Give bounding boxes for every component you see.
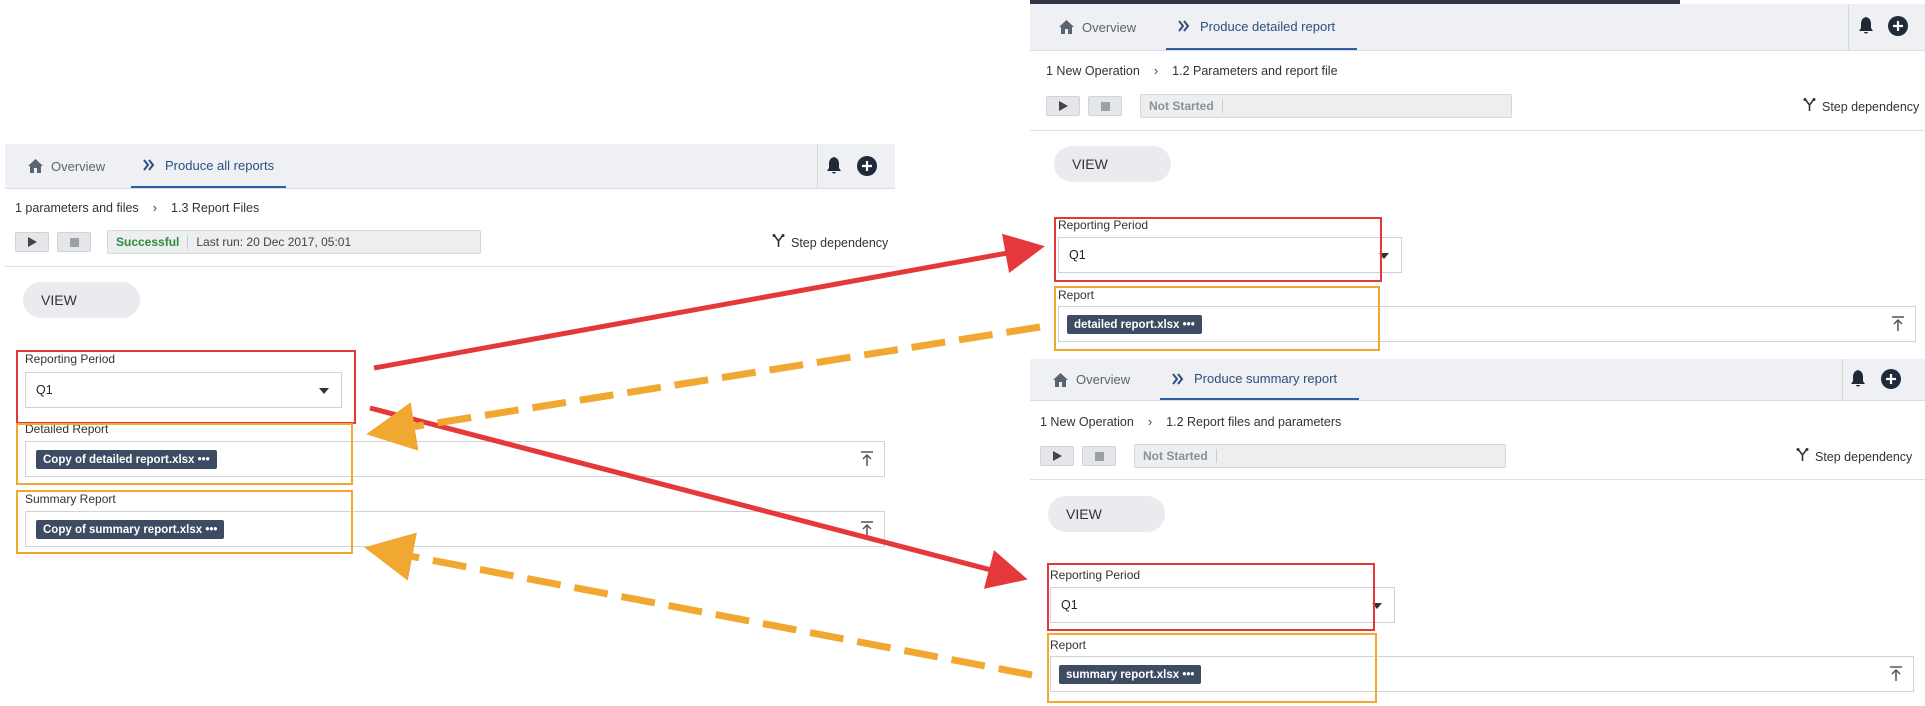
breadcrumb-item[interactable]: 1 New Operation: [1040, 415, 1134, 429]
stop-button[interactable]: [1082, 446, 1116, 466]
tab-label: Overview: [51, 158, 106, 174]
status-bar: Not Started: [1140, 94, 1512, 118]
highlight-left-detailed-report: [16, 423, 353, 485]
status-bar: Not Started: [1134, 444, 1506, 468]
double-chevron-right-icon: [141, 157, 157, 173]
stop-button[interactable]: [1088, 96, 1122, 116]
tab-bar: Overview Produce all reports: [5, 144, 895, 189]
divider: [1030, 479, 1925, 480]
status-bar: Successful Last run: 20 Dec 2017, 05:01: [107, 230, 481, 254]
play-button[interactable]: [15, 232, 49, 252]
highlight-top-reporting-period: [1054, 217, 1382, 282]
tab-produce-summary-report[interactable]: Produce summary report: [1160, 359, 1360, 400]
home-icon: [1058, 19, 1074, 35]
fork-icon: [772, 234, 785, 251]
arrow-summary-report-back: [364, 532, 1033, 679]
step-dependency-label: Step dependency: [1822, 99, 1920, 114]
tab-overview[interactable]: Overview: [1058, 4, 1136, 50]
upload-icon[interactable]: [1891, 316, 1905, 332]
tab-produce-all-reports[interactable]: Produce all reports: [131, 144, 287, 188]
last-run-text: Last run: 20 Dec 2017, 05:01: [196, 235, 352, 249]
notification-bell-icon[interactable]: [1856, 16, 1876, 36]
breadcrumb-item[interactable]: 1.3 Report Files: [171, 201, 259, 215]
tab-produce-detailed-report[interactable]: Produce detailed report: [1166, 4, 1358, 50]
step-dependency-link[interactable]: Step dependency: [1803, 98, 1919, 115]
add-circle-icon[interactable]: [857, 156, 877, 176]
breadcrumb-item[interactable]: 1 New Operation: [1046, 64, 1140, 78]
stop-button[interactable]: [57, 232, 91, 252]
chevron-right-icon: ›: [1147, 414, 1153, 429]
tab-label: Produce all reports: [165, 157, 275, 173]
tab-label: Overview: [1076, 372, 1131, 387]
divider: [1030, 130, 1925, 131]
breadcrumb-item[interactable]: 1 parameters and files: [15, 201, 139, 215]
breadcrumb: 1 New Operation › 1.2 Parameters and rep…: [1046, 63, 1338, 78]
upload-icon[interactable]: [1889, 666, 1903, 682]
tab-label: Produce detailed report: [1200, 18, 1336, 34]
highlight-bottom-report: [1047, 633, 1377, 703]
tab-bar: Overview Produce summary report: [1030, 359, 1925, 401]
view-button-label: VIEW: [1066, 506, 1102, 522]
tab-divider: [1848, 4, 1849, 50]
breadcrumb-item[interactable]: 1.2 Parameters and report file: [1172, 64, 1337, 78]
tab-overview[interactable]: Overview: [27, 144, 105, 188]
chevron-right-icon: ›: [1153, 63, 1159, 78]
view-button[interactable]: VIEW: [1054, 146, 1171, 182]
fork-icon: [1803, 98, 1816, 115]
step-dependency-link[interactable]: Step dependency: [1796, 448, 1912, 465]
divider: [5, 266, 895, 267]
highlight-bottom-reporting-period: [1047, 563, 1375, 631]
play-button[interactable]: [1040, 446, 1074, 466]
double-chevron-right-icon: [1170, 371, 1186, 387]
view-button-label: VIEW: [41, 292, 77, 308]
upload-icon[interactable]: [860, 451, 874, 467]
tab-label: Overview: [1082, 19, 1137, 35]
notification-bell-icon[interactable]: [1848, 369, 1868, 389]
tab-bar: Overview Produce detailed report: [1030, 4, 1925, 51]
status-badge: Not Started: [1141, 99, 1223, 113]
view-button[interactable]: VIEW: [23, 282, 140, 318]
view-button[interactable]: VIEW: [1048, 496, 1165, 532]
highlight-left-summary-report: [16, 490, 353, 554]
status-badge: Not Started: [1135, 449, 1217, 463]
add-circle-icon[interactable]: [1881, 369, 1901, 389]
upload-icon[interactable]: [860, 521, 874, 537]
add-circle-icon[interactable]: [1888, 16, 1908, 36]
tab-divider: [817, 144, 818, 188]
step-dependency-link[interactable]: Step dependency: [772, 234, 888, 251]
step-dependency-label: Step dependency: [791, 235, 889, 250]
tab-divider: [1842, 359, 1843, 400]
status-badge: Successful: [108, 235, 189, 249]
notification-bell-icon[interactable]: [824, 156, 844, 176]
play-button[interactable]: [1046, 96, 1080, 116]
highlight-left-reporting-period: [16, 350, 356, 424]
tab-label: Produce summary report: [1194, 371, 1338, 386]
home-icon: [1052, 372, 1068, 388]
breadcrumb: 1 parameters and files › 1.3 Report File…: [15, 200, 259, 215]
home-icon: [27, 158, 43, 174]
breadcrumb-item[interactable]: 1.2 Report files and parameters: [1166, 415, 1341, 429]
chevron-right-icon: ›: [152, 200, 158, 215]
double-chevron-right-icon: [1176, 18, 1192, 34]
highlight-top-report: [1054, 286, 1380, 351]
step-dependency-label: Step dependency: [1815, 449, 1913, 464]
fork-icon: [1796, 448, 1809, 465]
view-button-label: VIEW: [1072, 156, 1108, 172]
breadcrumb: 1 New Operation › 1.2 Report files and p…: [1040, 414, 1341, 429]
tab-overview[interactable]: Overview: [1052, 359, 1130, 400]
